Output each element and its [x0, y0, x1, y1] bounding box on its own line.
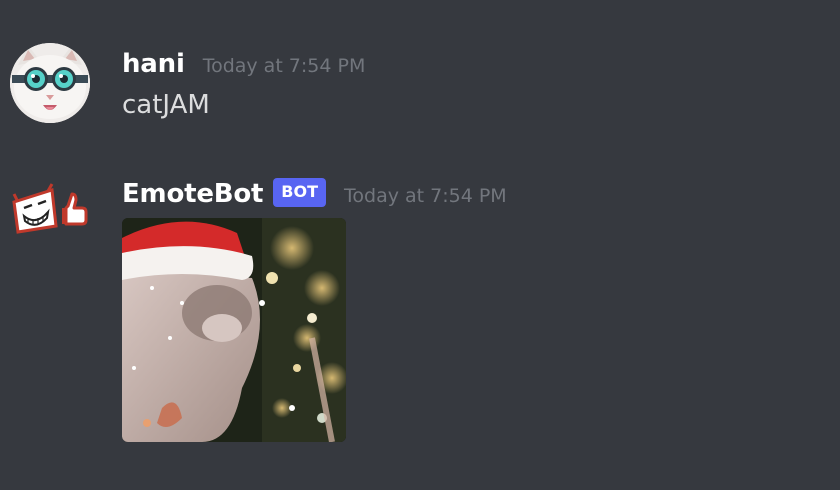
- bot-avatar[interactable]: [10, 180, 90, 260]
- message-header: EmoteBot BOT Today at 7:54 PM: [122, 170, 507, 218]
- message-header: hani Today at 7:54 PM: [122, 40, 365, 88]
- message-timestamp[interactable]: Today at 7:54 PM: [203, 55, 366, 77]
- cat-goggles-icon: [10, 43, 90, 123]
- gif-attachment[interactable]: [122, 218, 346, 442]
- message-timestamp[interactable]: Today at 7:54 PM: [344, 185, 507, 207]
- cat-santa-hat-image: [122, 218, 346, 442]
- username[interactable]: EmoteBot: [122, 179, 263, 209]
- emotebot-thumbs-up-icon: [12, 183, 88, 234]
- username[interactable]: hani: [122, 49, 185, 79]
- message-item: hani Today at 7:54 PM catJAM: [0, 40, 840, 130]
- bot-badge: BOT: [273, 177, 327, 207]
- user-avatar[interactable]: [10, 43, 90, 123]
- message-content: catJAM: [122, 90, 210, 120]
- message-item: EmoteBot BOT Today at 7:54 PM: [0, 170, 840, 460]
